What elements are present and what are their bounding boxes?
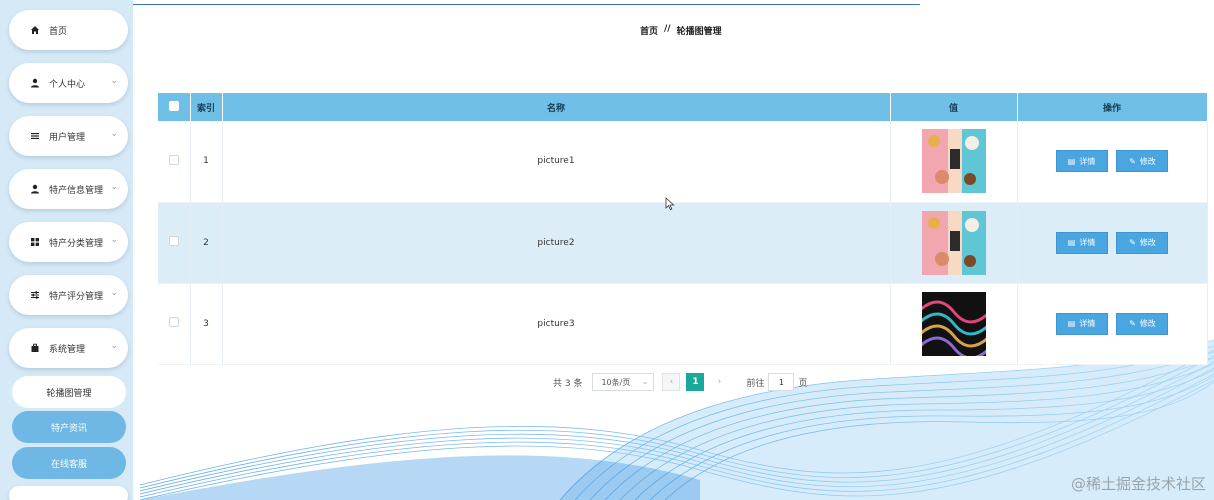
sidebar-subitem-news[interactable]: 特产资讯 <box>12 411 126 443</box>
table-row: 2 picture2 ▤ 详情 ✎ 修改 <box>158 202 1208 284</box>
sidebar-item-system[interactable]: 系统管理 ⌄ <box>9 328 128 368</box>
edit-icon: ✎ <box>1129 238 1136 247</box>
sidebar: 首页 个人中心 ⌄ 用户管理 ⌄ 特产信息管理 ⌄ 特产分类管理 ⌄ 特产评分管… <box>0 0 133 500</box>
next-page-button[interactable]: › <box>710 373 728 391</box>
goto-prefix: 前往 <box>746 378 765 389</box>
goto-suffix: 页 <box>798 378 808 389</box>
pagination: 共 3 条 10条/页 ⌄ ‹ 1 › 前往 1 页 <box>553 373 807 391</box>
sidebar-item-profile[interactable]: 个人中心 ⌄ <box>9 63 128 103</box>
user-icon <box>29 184 41 194</box>
table-row: 3 picture3 ▤ 详情 ✎ 修改 <box>158 283 1208 365</box>
goto-page-input[interactable]: 1 <box>768 373 795 391</box>
select-all-checkbox[interactable] <box>168 100 179 111</box>
sidebar-item-label: 首页 <box>49 26 68 37</box>
home-icon <box>29 25 41 35</box>
document-icon: ▤ <box>1067 156 1076 166</box>
breadcrumb-current: 轮播图管理 <box>676 27 722 37</box>
detail-button-label: 详情 <box>1079 156 1096 166</box>
page-size-select[interactable]: 10条/页 ⌄ <box>592 373 655 391</box>
edit-button-label: 修改 <box>1139 238 1156 247</box>
mouse-cursor-icon <box>665 197 675 211</box>
breadcrumb: 首页 // 轮播图管理 <box>640 24 722 38</box>
pastry-collage-image <box>921 210 986 275</box>
sliders-icon <box>29 290 41 300</box>
table-header-row: 索引 名称 值 操作 <box>158 93 1208 121</box>
sidebar-subitem-service[interactable]: 在线客服 <box>12 447 126 479</box>
top-border-line <box>133 4 920 5</box>
detail-button[interactable]: ▤ 详情 <box>1055 231 1108 254</box>
document-icon: ▤ <box>1067 238 1076 247</box>
chevron-down-icon: ⌄ <box>110 76 118 86</box>
row-actions: ▤ 详情 ✎ 修改 <box>1017 202 1208 284</box>
edit-button[interactable]: ✎ 修改 <box>1116 231 1169 254</box>
breadcrumb-separator: // <box>664 24 671 34</box>
breadcrumb-home[interactable]: 首页 <box>640 24 658 38</box>
chevron-down-icon: ⌄ <box>110 182 118 192</box>
edit-button-label: 修改 <box>1139 319 1156 328</box>
edit-icon: ✎ <box>1129 156 1136 166</box>
page-size-value: 10条/页 <box>601 377 631 387</box>
row-name: picture3 <box>222 283 891 365</box>
prev-page-button[interactable]: ‹ <box>662 373 681 391</box>
row-index: 3 <box>190 283 223 365</box>
chevron-down-icon: ⌄ <box>110 341 118 351</box>
sidebar-item-label: 特产评分管理 <box>49 291 104 302</box>
document-icon: ▤ <box>1067 319 1076 328</box>
row-actions: ▤ 详情 ✎ 修改 <box>1017 283 1208 365</box>
sidebar-item-users[interactable]: 用户管理 ⌄ <box>9 116 128 156</box>
list-icon <box>29 131 41 141</box>
pastry-collage-image <box>921 129 986 194</box>
detail-button-label: 详情 <box>1079 319 1096 328</box>
pagination-total: 共 3 条 <box>553 378 583 389</box>
row-name: picture1 <box>222 121 891 203</box>
chevron-down-icon: ⌄ <box>641 377 649 386</box>
edit-button[interactable]: ✎ 修改 <box>1116 150 1169 173</box>
edit-button-label: 修改 <box>1139 156 1156 166</box>
sidebar-item-label: 特产信息管理 <box>49 185 104 196</box>
sidebar-item-label: 用户管理 <box>49 132 86 143</box>
header-name: 名称 <box>222 93 891 121</box>
chevron-down-icon: ⌄ <box>110 235 118 245</box>
sidebar-item-product-info[interactable]: 特产信息管理 ⌄ <box>9 169 128 209</box>
briefcase-icon <box>29 343 41 353</box>
row-index: 2 <box>190 202 223 284</box>
sidebar-item-product-category[interactable]: 特产分类管理 ⌄ <box>9 222 128 262</box>
detail-button[interactable]: ▤ 详情 <box>1055 150 1108 173</box>
sidebar-item-label: 个人中心 <box>49 79 86 90</box>
header-select-all[interactable] <box>158 93 191 121</box>
row-name: picture2 <box>222 202 891 284</box>
dark-wave-pattern-image <box>921 291 986 356</box>
row-checkbox[interactable] <box>168 317 179 327</box>
detail-button-label: 详情 <box>1079 238 1096 247</box>
sidebar-item-label: 特产分类管理 <box>49 238 104 249</box>
row-index: 1 <box>190 121 223 203</box>
row-value-cell <box>890 121 1018 203</box>
row-checkbox[interactable] <box>168 154 179 165</box>
sidebar-item-partial[interactable] <box>9 486 128 500</box>
user-icon <box>29 78 41 88</box>
chevron-down-icon: ⌄ <box>110 129 118 139</box>
edit-button[interactable]: ✎ 修改 <box>1116 312 1169 335</box>
row-checkbox[interactable] <box>168 236 179 246</box>
header-actions: 操作 <box>1017 93 1208 121</box>
edit-icon: ✎ <box>1129 319 1136 328</box>
header-value: 值 <box>890 93 1018 121</box>
sidebar-item-product-rating[interactable]: 特产评分管理 ⌄ <box>9 275 128 315</box>
row-value-cell <box>890 202 1018 284</box>
chevron-down-icon: ⌄ <box>110 288 118 298</box>
row-value-cell <box>890 283 1018 365</box>
sidebar-subitem-carousel[interactable]: 轮播图管理 <box>12 376 126 408</box>
watermark: @稀土掘金技术社区 <box>1070 475 1206 493</box>
grid-icon <box>29 237 41 247</box>
sidebar-item-label: 系统管理 <box>49 344 86 355</box>
page-number-current[interactable]: 1 <box>686 373 705 391</box>
detail-button[interactable]: ▤ 详情 <box>1055 312 1108 335</box>
data-table: 索引 名称 值 操作 1 picture1 ▤ 详情 ✎ 修改 2 pictur… <box>158 93 1208 365</box>
header-index: 索引 <box>190 93 223 121</box>
table-row: 1 picture1 ▤ 详情 ✎ 修改 <box>158 121 1208 203</box>
row-actions: ▤ 详情 ✎ 修改 <box>1017 121 1208 203</box>
sidebar-item-home[interactable]: 首页 <box>9 10 128 50</box>
